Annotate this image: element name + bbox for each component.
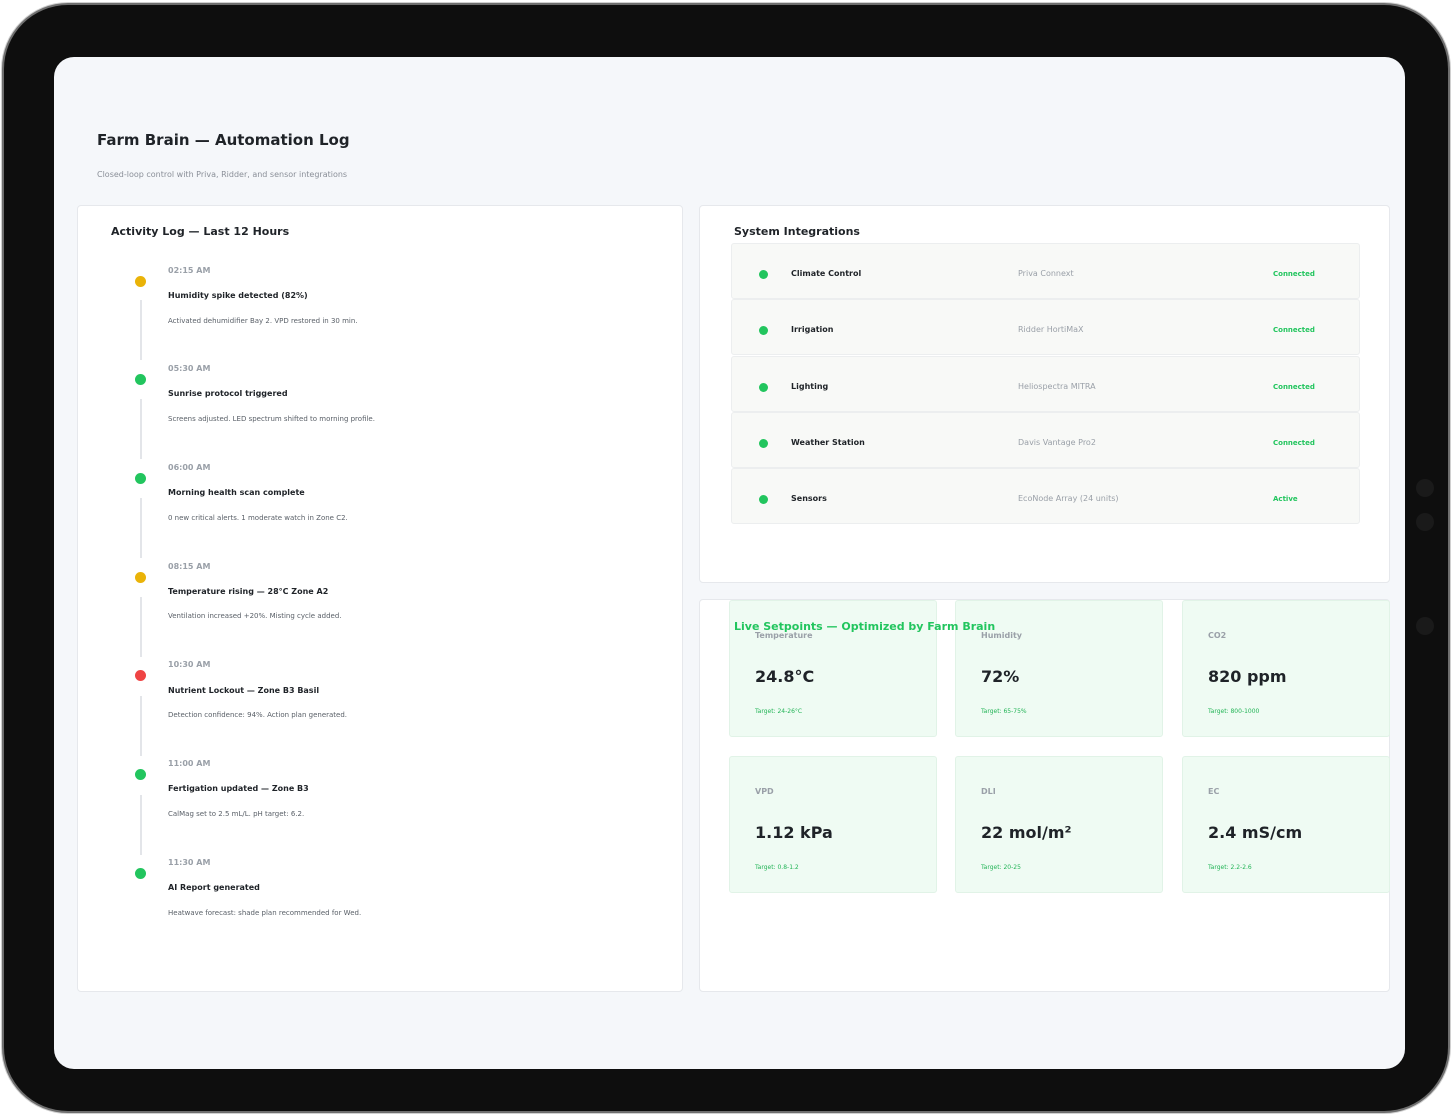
timeline-connector bbox=[140, 498, 142, 558]
integration-row-climate-control[interactable]: Climate Control Priva Connext Connected bbox=[731, 243, 1360, 299]
event-title: Nutrient Lockout — Zone B3 Basil bbox=[168, 686, 320, 695]
event-description: Ventilation increased +20%. Misting cycl… bbox=[168, 612, 342, 620]
setpoint-value: 24.8°C bbox=[755, 667, 815, 686]
integration-name: Climate Control bbox=[791, 269, 862, 278]
critical-status-dot-icon bbox=[135, 670, 146, 681]
setpoint-target: Target: 20-25 bbox=[981, 864, 1021, 871]
ok-status-dot-icon bbox=[135, 868, 146, 879]
setpoint-value: 22 mol/m² bbox=[981, 823, 1072, 842]
event-description: Heatwave forecast: shade plan recommende… bbox=[168, 909, 362, 917]
event-title: Morning health scan complete bbox=[168, 488, 305, 497]
integration-row-irrigation[interactable]: Irrigation Ridder HortiMaX Connected bbox=[731, 299, 1360, 355]
connected-status-dot-icon bbox=[759, 270, 768, 279]
event-title: Humidity spike detected (82%) bbox=[168, 291, 308, 300]
ok-status-dot-icon bbox=[135, 374, 146, 385]
integration-row-weather-station[interactable]: Weather Station Davis Vantage Pro2 Conne… bbox=[731, 412, 1360, 468]
event-time: 11:30 AM bbox=[168, 858, 211, 867]
event-description: CalMag set to 2.5 mL/L. pH target: 6.2. bbox=[168, 810, 305, 818]
connected-status-dot-icon bbox=[759, 326, 768, 335]
event-time: 08:15 AM bbox=[168, 562, 211, 571]
timeline-connector bbox=[140, 696, 142, 756]
active-status-dot-icon bbox=[759, 495, 768, 504]
integration-name: Sensors bbox=[791, 494, 827, 503]
integrations-card: System Integrations Climate Control Priv… bbox=[699, 205, 1390, 583]
event-time: 02:15 AM bbox=[168, 266, 211, 275]
setpoint-value: 820 ppm bbox=[1208, 667, 1287, 686]
warning-status-dot-icon bbox=[135, 572, 146, 583]
ok-status-dot-icon bbox=[135, 473, 146, 484]
integration-vendor: Heliospectra MITRA bbox=[1018, 382, 1096, 391]
timeline-connector bbox=[140, 399, 142, 459]
event-time: 11:00 AM bbox=[168, 759, 211, 768]
event-description: Detection confidence: 94%. Action plan g… bbox=[168, 711, 348, 719]
integration-status: Connected bbox=[1273, 326, 1315, 334]
integration-vendor: EcoNode Array (24 units) bbox=[1018, 494, 1119, 503]
event-title: Temperature rising — 28°C Zone A2 bbox=[168, 587, 329, 596]
setpoint-value: 72% bbox=[981, 667, 1020, 686]
integration-row-sensors[interactable]: Sensors EcoNode Array (24 units) Active bbox=[731, 468, 1360, 524]
setpoint-label: DLI bbox=[981, 787, 996, 796]
integration-status: Connected bbox=[1273, 383, 1315, 391]
event-description: Activated dehumidifier Bay 2. VPD restor… bbox=[168, 317, 358, 325]
event-time: 05:30 AM bbox=[168, 364, 211, 373]
setpoints-card: Live Setpoints — Optimized by Farm Brain… bbox=[699, 599, 1390, 992]
integration-vendor: Priva Connext bbox=[1018, 269, 1074, 278]
timeline-connector bbox=[140, 597, 142, 657]
camera-sensor-icon bbox=[1416, 513, 1434, 531]
integration-name: Irrigation bbox=[791, 325, 834, 334]
integration-vendor: Davis Vantage Pro2 bbox=[1018, 438, 1096, 447]
event-title: Sunrise protocol triggered bbox=[168, 389, 288, 398]
connected-status-dot-icon bbox=[759, 383, 768, 392]
integration-status: Active bbox=[1273, 495, 1298, 503]
page-subtitle: Closed-loop control with Priva, Ridder, … bbox=[97, 170, 348, 179]
activity-log-title: Activity Log — Last 12 Hours bbox=[111, 225, 290, 238]
integrations-title: System Integrations bbox=[734, 225, 860, 238]
event-description: Screens adjusted. LED spectrum shifted t… bbox=[168, 415, 375, 423]
integration-status: Connected bbox=[1273, 439, 1315, 447]
setpoint-value: 1.12 kPa bbox=[755, 823, 833, 842]
event-description: 0 new critical alerts. 1 moderate watch … bbox=[168, 514, 348, 522]
integration-name: Weather Station bbox=[791, 438, 865, 447]
setpoint-target: Target: 65-75% bbox=[981, 708, 1027, 715]
app-screen: Farm Brain — Automation Log Closed-loop … bbox=[54, 57, 1405, 1069]
event-title: Fertigation updated — Zone B3 bbox=[168, 784, 309, 793]
activity-log-card: Activity Log — Last 12 Hours 02:15 AM Hu… bbox=[77, 205, 683, 992]
page-title: Farm Brain — Automation Log bbox=[97, 131, 350, 149]
event-time: 06:00 AM bbox=[168, 463, 211, 472]
event-time: 10:30 AM bbox=[168, 660, 211, 669]
setpoints-title: Live Setpoints — Optimized by Farm Brain bbox=[734, 620, 996, 633]
timeline-connector bbox=[140, 300, 142, 360]
timeline-connector bbox=[140, 795, 142, 855]
setpoint-tile-vpd[interactable]: VPD 1.12 kPa Target: 0.8-1.2 bbox=[729, 756, 937, 893]
integration-vendor: Ridder HortiMaX bbox=[1018, 325, 1084, 334]
integration-status: Connected bbox=[1273, 270, 1315, 278]
setpoint-tile-dli[interactable]: DLI 22 mol/m² Target: 20-25 bbox=[955, 756, 1163, 893]
setpoint-target: Target: 2.2-2.6 bbox=[1208, 864, 1252, 871]
setpoint-label: VPD bbox=[755, 787, 774, 796]
tablet-frame: Farm Brain — Automation Log Closed-loop … bbox=[4, 5, 1448, 1111]
setpoint-label: CO2 bbox=[1208, 631, 1227, 640]
setpoint-target: Target: 24-26°C bbox=[755, 708, 803, 715]
setpoint-target: Target: 0.8-1.2 bbox=[755, 864, 799, 871]
integration-name: Lighting bbox=[791, 382, 829, 391]
setpoint-label: EC bbox=[1208, 787, 1220, 796]
connected-status-dot-icon bbox=[759, 439, 768, 448]
flash-icon bbox=[1416, 617, 1434, 635]
setpoint-tile-ec[interactable]: EC 2.4 mS/cm Target: 2.2-2.6 bbox=[1182, 756, 1390, 893]
warning-status-dot-icon bbox=[135, 276, 146, 287]
setpoint-tile-co2[interactable]: CO2 820 ppm Target: 800-1000 bbox=[1182, 600, 1390, 737]
setpoint-value: 2.4 mS/cm bbox=[1208, 823, 1303, 842]
event-title: AI Report generated bbox=[168, 883, 260, 892]
camera-icon bbox=[1416, 479, 1434, 497]
setpoint-target: Target: 800-1000 bbox=[1208, 708, 1260, 715]
integration-row-lighting[interactable]: Lighting Heliospectra MITRA Connected bbox=[731, 356, 1360, 412]
ok-status-dot-icon bbox=[135, 769, 146, 780]
